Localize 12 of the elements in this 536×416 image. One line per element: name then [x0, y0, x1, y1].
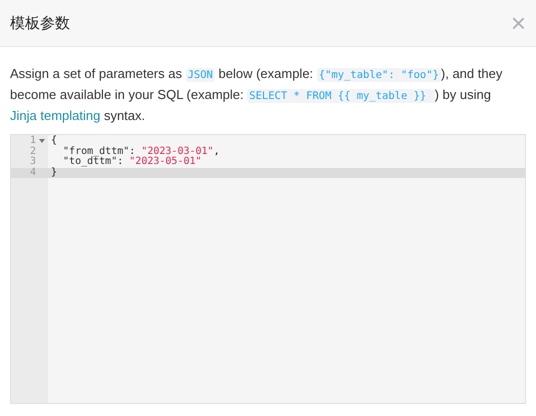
- code-editor[interactable]: 1 2 3 4 { "from_dttm": "2023-03-01", "to_dttm": "2023-05-01" }: [10, 134, 526, 404]
- line-number: 4: [11, 168, 48, 178]
- line-number: 2: [28, 146, 37, 156]
- description-text: Assign a set of parameters as JSON below (example: {"my_table": "foo"}), and they become available in your SQL (example: SELECT * FROM {{ my_table }} ) by using Jinja templating syntax.: [10, 65, 504, 125]
- code-line: "to_dttm": "2023-05-01": [62, 157, 203, 168]
- line-number: 3: [28, 157, 37, 168]
- dialog-title: 模板参数: [10, 14, 70, 32]
- line-number: 1: [11, 136, 48, 146]
- jinja-link[interactable]: Jinja templating: [10, 108, 100, 123]
- code-line: {: [50, 136, 58, 146]
- code-line: "from_dttm": "2023-03-01",: [62, 146, 221, 156]
- fold-caret-icon[interactable]: [39, 139, 45, 143]
